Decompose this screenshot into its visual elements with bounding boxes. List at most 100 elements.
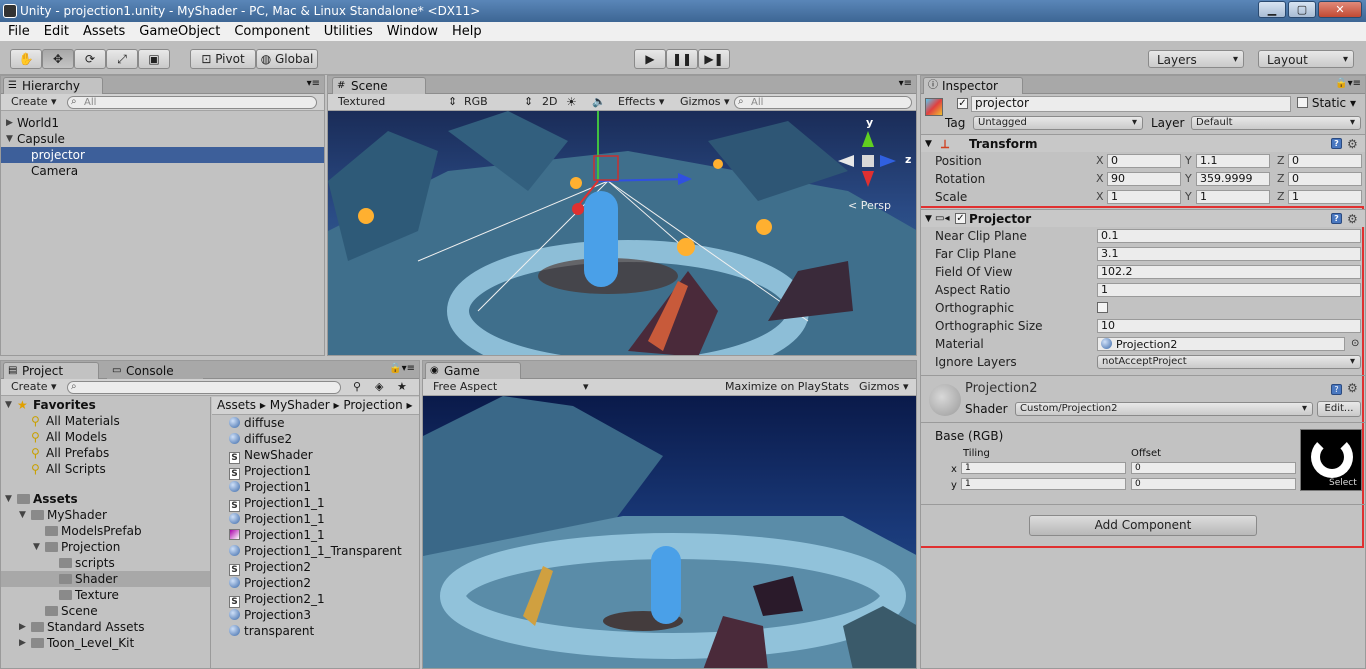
rotation-z-field[interactable]: 0 bbox=[1288, 172, 1362, 186]
asset-file-item[interactable]: Projection1_1 bbox=[229, 511, 419, 527]
layers-dropdown[interactable]: Layers bbox=[1148, 50, 1244, 69]
object-picker-icon[interactable]: ⊙ bbox=[1351, 335, 1359, 353]
tab-scene[interactable]: # Scene bbox=[332, 77, 426, 94]
asset-file-item[interactable]: Projection3 bbox=[229, 607, 419, 623]
position-y-field[interactable]: 1.1 bbox=[1196, 154, 1270, 168]
hierarchy-item-world1[interactable]: ▶ World1 bbox=[1, 115, 324, 131]
menu-window[interactable]: Window bbox=[387, 22, 438, 41]
hierarchy-create-dropdown[interactable]: Create ▾ bbox=[11, 95, 57, 109]
pivot-toggle[interactable]: ⊡ Pivot bbox=[190, 49, 256, 69]
asset-file-item[interactable]: Projection1 bbox=[229, 479, 419, 495]
hierarchy-search-input[interactable]: All bbox=[67, 96, 317, 109]
asset-file-item[interactable]: diffuse bbox=[229, 415, 419, 431]
panel-menu-icon[interactable]: ▾≡ bbox=[307, 78, 320, 89]
breadcrumb-projection[interactable]: Projection bbox=[343, 398, 402, 412]
folder-modelsprefab[interactable]: ModelsPrefab bbox=[1, 523, 210, 539]
offset-x-field[interactable]: 0 bbox=[1131, 462, 1296, 474]
effects-dropdown[interactable]: Effects ▾ bbox=[618, 95, 664, 109]
favorite-all-materials[interactable]: ⚲ All Materials bbox=[1, 413, 210, 429]
tab-inspector[interactable]: ⓘ Inspector bbox=[923, 77, 1023, 94]
tag-dropdown[interactable]: Untagged bbox=[973, 116, 1143, 130]
lighting-toggle-icon[interactable]: ☀ bbox=[566, 95, 577, 109]
asset-file-item[interactable]: S Projection1_1 bbox=[229, 495, 419, 512]
projector-value-field[interactable]: 1 bbox=[1097, 283, 1361, 297]
move-tool-button[interactable]: ✥ bbox=[42, 49, 74, 69]
projector-value-field[interactable]: 3.1 bbox=[1097, 247, 1361, 261]
menu-file[interactable]: File bbox=[8, 22, 30, 41]
rotation-y-field[interactable]: 359.9999 bbox=[1196, 172, 1270, 186]
help-icon[interactable]: ? bbox=[1331, 213, 1342, 224]
texture-slot[interactable]: Select bbox=[1300, 429, 1362, 491]
scale-tool-button[interactable]: ⤢ bbox=[106, 49, 138, 69]
menu-help[interactable]: Help bbox=[452, 22, 482, 41]
help-icon[interactable]: ? bbox=[1331, 138, 1342, 149]
gear-icon[interactable]: ⚙ bbox=[1347, 381, 1358, 395]
folder-toon-level-kit[interactable]: ▶ Toon_Level_Kit bbox=[1, 635, 210, 651]
favorite-star-icon[interactable]: ★ bbox=[397, 380, 407, 394]
favorite-all-prefabs[interactable]: ⚲ All Prefabs bbox=[1, 445, 210, 461]
projector-enabled-checkbox[interactable]: ✓ bbox=[955, 213, 966, 224]
tab-game[interactable]: ◉ Game bbox=[425, 362, 521, 379]
close-button[interactable]: ✕ bbox=[1318, 1, 1362, 18]
folder-scripts[interactable]: scripts bbox=[1, 555, 210, 571]
audio-toggle-icon[interactable]: 🔈 bbox=[592, 95, 606, 109]
gizmos-dropdown[interactable]: Gizmos ▾ bbox=[680, 95, 730, 109]
projector-value-field[interactable]: 102.2 bbox=[1097, 265, 1361, 279]
breadcrumb-myshader[interactable]: MyShader bbox=[270, 398, 330, 412]
folder-myshader[interactable]: ▼ MyShader bbox=[1, 507, 210, 523]
folder-projection[interactable]: ▼ Projection bbox=[1, 539, 210, 555]
scale-x-field[interactable]: 1 bbox=[1107, 190, 1181, 204]
scale-y-field[interactable]: 1 bbox=[1196, 190, 1270, 204]
add-component-button[interactable]: Add Component bbox=[1029, 515, 1257, 536]
project-create-dropdown[interactable]: Create ▾ bbox=[11, 380, 57, 394]
asset-file-item[interactable]: S NewShader bbox=[229, 447, 419, 464]
filter-type-icon[interactable]: ⚲ bbox=[353, 380, 361, 394]
ignore-layers-dropdown[interactable]: notAcceptProject bbox=[1097, 355, 1361, 369]
layout-dropdown[interactable]: Layout bbox=[1258, 50, 1354, 69]
play-button[interactable]: ▶ bbox=[634, 49, 666, 69]
tab-hierarchy[interactable]: ☰ Hierarchy bbox=[3, 77, 103, 94]
asset-file-item[interactable]: Projection1_1 bbox=[229, 527, 419, 543]
asset-file-item[interactable]: diffuse2 bbox=[229, 431, 419, 447]
project-search-input[interactable] bbox=[67, 381, 341, 394]
pause-button[interactable]: ❚❚ bbox=[666, 49, 698, 69]
maximize-on-play-toggle[interactable]: Maximize on Play bbox=[725, 380, 821, 394]
shading-mode-dropdown[interactable]: Textured ⇕ bbox=[338, 95, 457, 109]
aspect-dropdown[interactable]: Free Aspect ▾ bbox=[433, 380, 589, 394]
scene-viewport[interactable]: y z < Persp bbox=[328, 111, 916, 355]
step-button[interactable]: ▶❚ bbox=[698, 49, 730, 69]
hierarchy-item-camera[interactable]: Camera bbox=[1, 163, 324, 179]
panel-menu-icon[interactable]: 🔒▾≡ bbox=[1335, 78, 1361, 89]
asset-file-item[interactable]: transparent bbox=[229, 623, 419, 639]
tab-project[interactable]: ▤ Project bbox=[3, 362, 99, 379]
stats-toggle[interactable]: Stats bbox=[821, 380, 849, 394]
rotation-x-field[interactable]: 90 bbox=[1107, 172, 1181, 186]
global-toggle[interactable]: ◍ Global bbox=[256, 49, 318, 69]
menu-gameobject[interactable]: GameObject bbox=[139, 22, 220, 41]
asset-file-item[interactable]: S Projection2_1 bbox=[229, 591, 419, 608]
game-gizmos-dropdown[interactable]: Gizmos ▾ bbox=[859, 380, 909, 394]
favorite-all-scripts[interactable]: ⚲ All Scripts bbox=[1, 461, 210, 477]
folder-standard-assets[interactable]: ▶ Standard Assets bbox=[1, 619, 210, 635]
panel-menu-icon[interactable]: 🔒▾≡ bbox=[389, 363, 415, 374]
scene-search-input[interactable]: All bbox=[734, 96, 912, 109]
panel-menu-icon[interactable]: ▾≡ bbox=[899, 78, 912, 89]
gear-icon[interactable]: ⚙ bbox=[1347, 210, 1358, 228]
help-icon[interactable]: ? bbox=[1331, 384, 1342, 395]
asset-file-item[interactable]: S Projection1 bbox=[229, 463, 419, 480]
shader-edit-button[interactable]: Edit... bbox=[1317, 401, 1361, 417]
scale-z-field[interactable]: 1 bbox=[1288, 190, 1362, 204]
2d-toggle[interactable]: 2D bbox=[542, 95, 557, 109]
favorite-all-models[interactable]: ⚲ All Models bbox=[1, 429, 210, 445]
folder-shader[interactable]: Shader bbox=[1, 571, 210, 587]
asset-file-item[interactable]: S Projection2 bbox=[229, 559, 419, 576]
static-toggle[interactable]: Static ▾ bbox=[1297, 96, 1356, 110]
orthographic-checkbox[interactable] bbox=[1097, 302, 1108, 313]
rect-tool-button[interactable]: ▣ bbox=[138, 49, 170, 69]
projector-value-field[interactable]: 10 bbox=[1097, 319, 1361, 333]
shader-dropdown[interactable]: Custom/Projection2 bbox=[1015, 402, 1313, 416]
breadcrumb-assets[interactable]: Assets bbox=[217, 398, 256, 412]
transform-header[interactable]: ▼ ⟂ Transform ? ⚙ bbox=[921, 134, 1365, 152]
hierarchy-item-projector[interactable]: projector bbox=[1, 147, 324, 163]
position-x-field[interactable]: 0 bbox=[1107, 154, 1181, 168]
